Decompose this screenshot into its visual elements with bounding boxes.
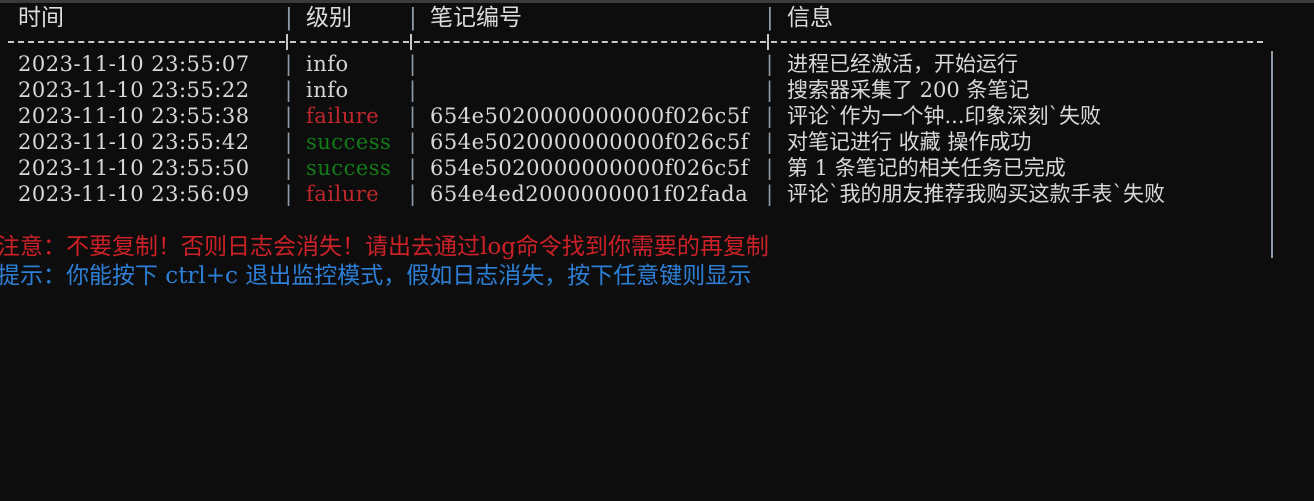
table-row[interactable]: 2023-11-10 23:55:50 | success | 654e50200000… <box>0 155 1314 181</box>
column-header-level: 级别 <box>306 5 352 31</box>
row-divider-1: | <box>285 182 293 206</box>
column-header-time: 时间 <box>18 5 64 31</box>
cell-note-id: 654e4ed2000000001f02fada <box>430 182 749 206</box>
cell-note-id: 654e5020000000000f026c5f <box>430 156 749 180</box>
cell-note-id: 654e5020000000000f026c5f <box>430 104 749 128</box>
table-row[interactable]: 2023-11-10 23:55:22 | info | | 搜索器采集了 200 条笔记 <box>0 77 1314 103</box>
column-header-message: 信息 <box>787 5 833 31</box>
column-divider-3: | <box>766 5 774 31</box>
row-divider-3: | <box>766 130 774 154</box>
row-divider-3: | <box>766 104 774 128</box>
row-divider-3: | <box>766 156 774 180</box>
cell-level: failure <box>306 182 380 206</box>
column-divider-2: | <box>409 5 417 31</box>
table-header-separator <box>0 33 1314 51</box>
row-divider-1: | <box>285 78 293 102</box>
warning-note: 注意：不要复制！否则日志会消失！请出去通过log命令找到你需要的再复制 <box>0 234 769 260</box>
cell-level: info <box>306 52 349 76</box>
row-divider-1: | <box>285 52 293 76</box>
cell-message: 评论`我的朋友推荐我购买这款手表`失败 <box>787 182 1165 206</box>
row-divider-1: | <box>285 104 293 128</box>
separator-dash-segment-3 <box>414 41 766 43</box>
row-divider-2: | <box>409 156 417 180</box>
separator-cross-2 <box>410 34 412 50</box>
separator-cross-1 <box>286 34 288 50</box>
row-divider-3: | <box>766 182 774 206</box>
table-body: 2023-11-10 23:55:07 | info | | 进程已经激活，开始运行 202… <box>0 51 1314 258</box>
cell-time: 2023-11-10 23:55:38 <box>18 104 250 128</box>
cell-level: failure <box>306 104 380 128</box>
row-divider-1: | <box>285 156 293 180</box>
row-divider-2: | <box>409 78 417 102</box>
cell-level: success <box>306 130 392 154</box>
footer-notes: 注意：不要复制！否则日志会消失！请出去通过log命令找到你需要的再复制 提示：你… <box>0 233 1314 291</box>
separator-dash-segment-2 <box>290 41 409 43</box>
cell-message: 评论`作为一个钟...印象深刻`失败 <box>787 104 1102 128</box>
cell-message: 搜索器采集了 200 条笔记 <box>787 78 1030 102</box>
cell-message: 第 1 条笔记的相关任务已完成 <box>787 156 1066 180</box>
cell-time: 2023-11-10 23:55:22 <box>18 78 250 102</box>
cell-time: 2023-11-10 23:55:07 <box>18 52 250 76</box>
table-right-border <box>1271 51 1273 258</box>
row-divider-2: | <box>409 130 417 154</box>
row-divider-1: | <box>285 130 293 154</box>
cell-time: 2023-11-10 23:56:09 <box>18 182 250 206</box>
table-row[interactable]: 2023-11-10 23:55:38 | failure | 654e50200000… <box>0 103 1314 129</box>
separator-cross-3 <box>767 34 769 50</box>
cell-level: info <box>306 78 349 102</box>
table-row[interactable]: 2023-11-10 23:55:42 | success | 654e50200000… <box>0 129 1314 155</box>
column-header-note-id: 笔记编号 <box>430 5 522 31</box>
cell-note-id: 654e5020000000000f026c5f <box>430 130 749 154</box>
separator-dash-segment-1 <box>8 41 285 43</box>
cell-message: 进程已经激活，开始运行 <box>787 52 1018 76</box>
cell-time: 2023-11-10 23:55:50 <box>18 156 250 180</box>
row-divider-3: | <box>766 52 774 76</box>
row-divider-2: | <box>409 104 417 128</box>
table-row[interactable]: 2023-11-10 23:55:07 | info | | 进程已经激活，开始运行 <box>0 51 1314 77</box>
cell-message: 对笔记进行 收藏 操作成功 <box>787 130 1032 154</box>
separator-dash-segment-4 <box>771 41 1263 43</box>
table-row[interactable]: 2023-11-10 23:56:09 | failure | 654e4ed20000… <box>0 181 1314 207</box>
hint-note: 提示：你能按下 ctrl+c 退出监控模式，假如日志消失，按下任意键则显示 <box>0 263 752 289</box>
row-divider-2: | <box>409 182 417 206</box>
table-header-row: 时间 | 级别 | 笔记编号 | 信息 <box>0 3 1314 33</box>
row-divider-3: | <box>766 78 774 102</box>
row-divider-2: | <box>409 52 417 76</box>
column-divider-1: | <box>285 5 293 31</box>
cell-level: success <box>306 156 392 180</box>
cell-time: 2023-11-10 23:55:42 <box>18 130 250 154</box>
